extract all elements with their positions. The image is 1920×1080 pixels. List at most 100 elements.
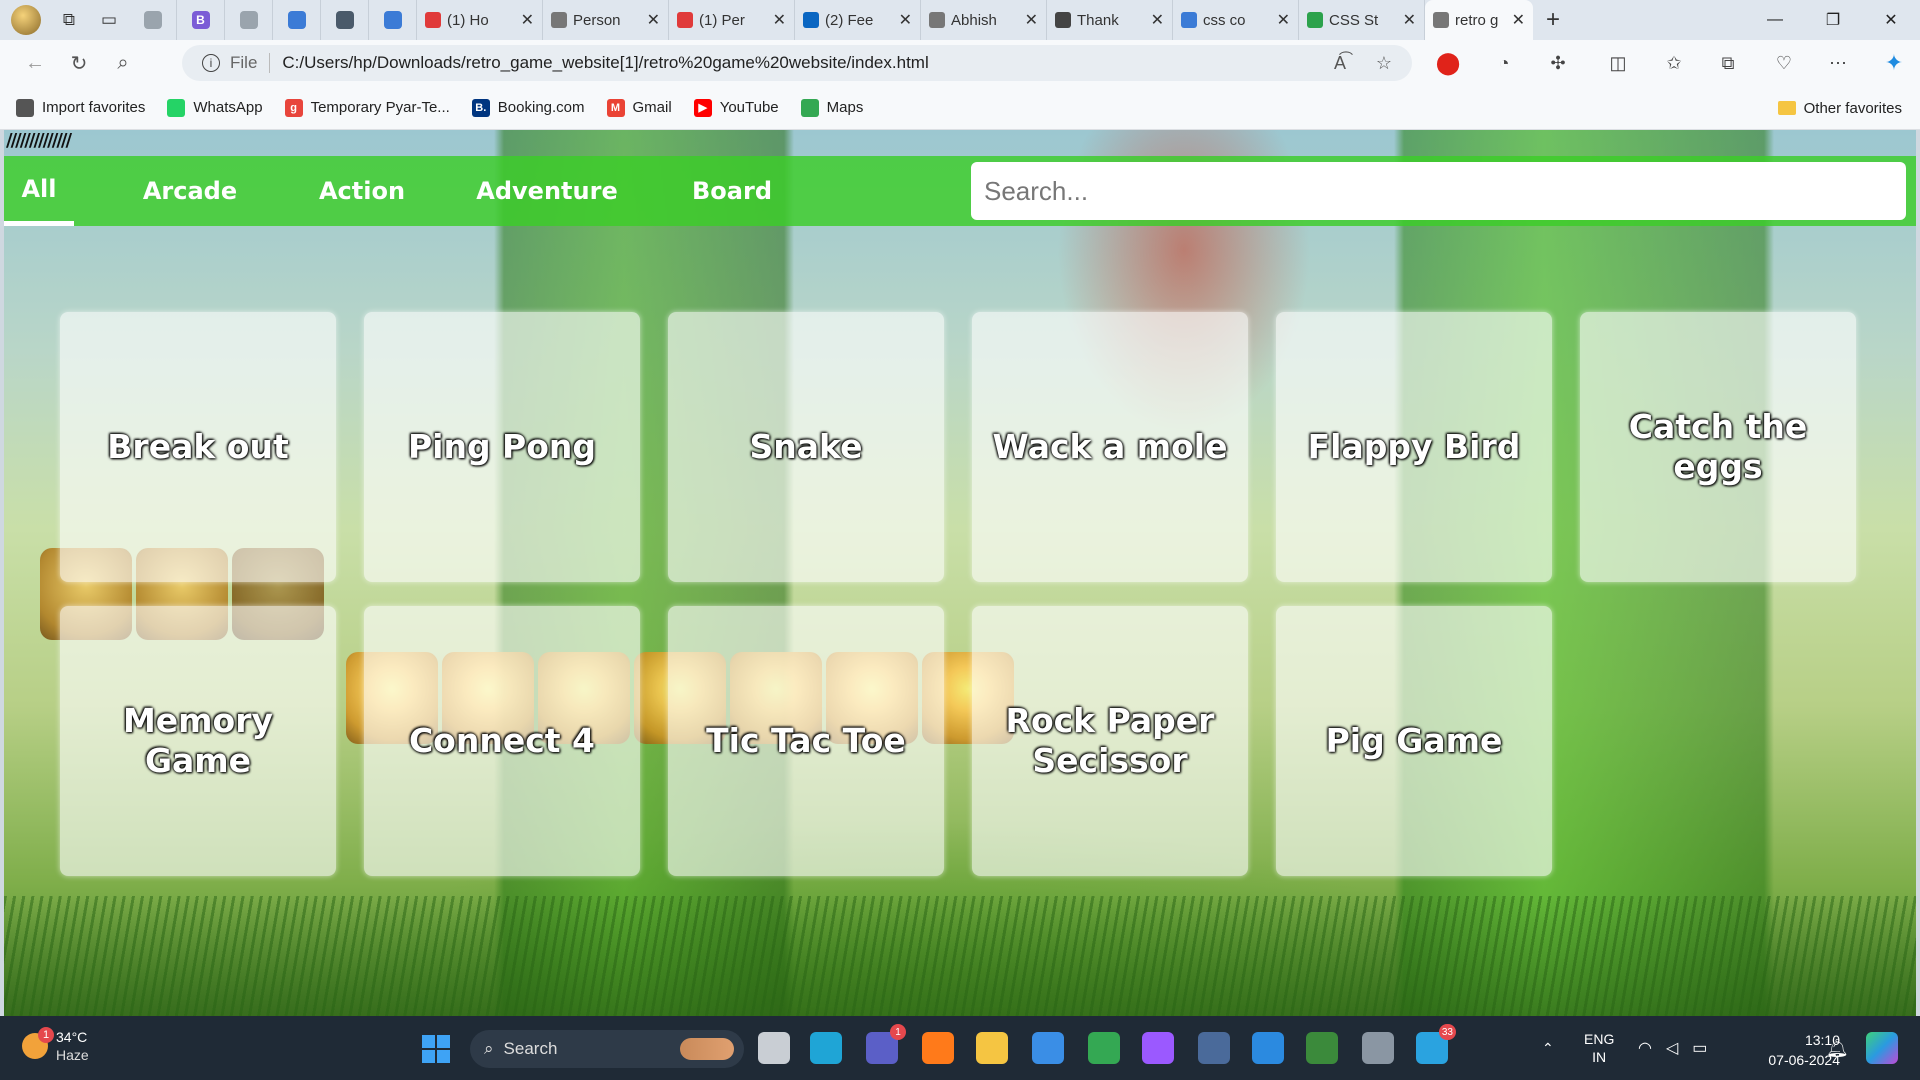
teams-icon[interactable]: 1 (866, 1024, 906, 1064)
collections-icon[interactable]: ⧉ (1708, 40, 1748, 86)
browser-tab[interactable]: Person ✕ (543, 0, 669, 40)
close-tab-icon[interactable]: ✕ (647, 10, 660, 30)
sheet-icon[interactable] (1306, 1032, 1338, 1064)
edge-icon[interactable] (810, 1032, 842, 1064)
close-tab-icon[interactable]: ✕ (1403, 10, 1416, 30)
task-view-icon[interactable] (758, 1032, 790, 1064)
address-bar[interactable]: i File C:/Users/hp/Downloads/retro_game_… (182, 45, 1412, 81)
browser-tab[interactable]: CSS St ✕ (1299, 0, 1425, 40)
favorite-link[interactable]: Maps (800, 98, 863, 117)
favorite-link[interactable]: B. Booking.com (471, 98, 585, 117)
favorite-link[interactable]: M Gmail (606, 98, 672, 117)
read-aloud-icon[interactable]: A͡ (1334, 53, 1346, 74)
performance-icon[interactable]: ◔ (1484, 40, 1524, 86)
close-tab-icon[interactable]: ✕ (1151, 10, 1164, 30)
new-tab-button[interactable]: + (1533, 0, 1573, 40)
category-tab-action[interactable]: Action (286, 156, 438, 226)
copilot-icon[interactable]: ✦ (1874, 40, 1914, 86)
tab-title: css co (1203, 11, 1246, 29)
game-card[interactable]: Snake (668, 312, 944, 582)
app-icon[interactable] (1198, 1032, 1230, 1064)
game-card[interactable]: Wack a mole (972, 312, 1248, 582)
favorite-link[interactable]: g Temporary Pyar-Te... (284, 98, 450, 117)
category-tab-all[interactable]: All (4, 156, 74, 226)
weather-widget[interactable]: 1 34°C Haze (22, 1027, 89, 1064)
refresh-button[interactable]: ↻ (57, 40, 101, 86)
pinned-tab[interactable] (273, 0, 321, 40)
pinned-tab[interactable] (129, 0, 177, 40)
browser-tab[interactable]: (1) Per ✕ (669, 0, 795, 40)
notifications-bell-icon[interactable]: 🔔︎ (1826, 1016, 1849, 1080)
game-card[interactable]: Ping Pong (364, 312, 640, 582)
close-window-button[interactable]: ✕ (1862, 0, 1920, 40)
game-card[interactable]: Flappy Bird (1276, 312, 1552, 582)
game-card[interactable]: Pig Game (1276, 606, 1552, 876)
game-card[interactable]: Break out (60, 312, 336, 582)
favorites-icon[interactable]: ✩ (1654, 40, 1694, 86)
start-button[interactable] (422, 1035, 450, 1063)
browser-tab[interactable]: Thank ✕ (1047, 0, 1173, 40)
extensions-icon[interactable]: ✣ (1538, 40, 1578, 86)
category-tab-arcade[interactable]: Arcade (114, 156, 266, 226)
telegram-icon[interactable]: 33 (1416, 1024, 1456, 1064)
tab-actions-icon[interactable]: ▭ (89, 0, 129, 40)
site-info-icon[interactable]: i (202, 54, 220, 72)
split-screen-icon[interactable]: ◫ (1598, 40, 1638, 86)
browser-essentials-icon[interactable]: ♡ (1764, 40, 1804, 86)
close-tab-icon[interactable]: ✕ (521, 10, 534, 30)
favorite-link[interactable]: Import favorites (16, 98, 146, 117)
url-text[interactable]: C:/Users/hp/Downloads/retro_game_website… (282, 53, 928, 73)
other-favorites-folder[interactable]: Other favorites (1777, 86, 1902, 130)
search-icon[interactable]: ⌕ (101, 40, 145, 86)
category-tab-adventure[interactable]: Adventure (452, 156, 642, 226)
file-explorer-icon[interactable] (976, 1032, 1008, 1064)
browser-tab[interactable]: (1) Ho ✕ (417, 0, 543, 40)
workspaces-icon[interactable]: ⧉ (49, 0, 89, 40)
browser-tab[interactable]: (2) Fee ✕ (795, 0, 921, 40)
favorite-link[interactable]: WhatsApp (167, 98, 263, 117)
show-hidden-icons[interactable]: ⌃ (1542, 1016, 1554, 1080)
back-button[interactable]: ← (13, 40, 57, 86)
settings-icon[interactable] (1362, 1032, 1394, 1064)
game-card[interactable]: Memory Game (60, 606, 336, 876)
pinned-tab[interactable]: B (177, 0, 225, 40)
system-tray[interactable]: ◠ ◁ ▭ (1638, 1016, 1707, 1080)
profile-avatar[interactable] (11, 5, 41, 35)
game-card[interactable]: Tic Tac Toe (668, 606, 944, 876)
firefox-icon[interactable] (922, 1032, 954, 1064)
favorite-link[interactable]: ▶ YouTube (693, 98, 779, 117)
restore-button[interactable]: ❐ (1804, 0, 1862, 40)
favorite-label: Temporary Pyar-Te... (310, 99, 450, 116)
favorite-star-icon[interactable]: ☆ (1376, 53, 1392, 74)
pinned-tab[interactable] (225, 0, 273, 40)
close-tab-icon[interactable]: ✕ (773, 10, 786, 30)
browser-tab[interactable]: Abhish ✕ (921, 0, 1047, 40)
game-card[interactable]: Rock Paper Secissor (972, 606, 1248, 876)
favorite-icon (167, 98, 186, 117)
taskbar-search[interactable]: ⌕ Search (470, 1030, 744, 1068)
category-tab-board[interactable]: Board (652, 156, 812, 226)
favorite-label: Import favorites (42, 99, 146, 116)
browser-tab[interactable]: css co ✕ (1173, 0, 1299, 40)
game-search-input[interactable] (971, 162, 1906, 220)
pinned-tab[interactable] (321, 0, 369, 40)
game-card[interactable]: Catch the eggs (1580, 312, 1856, 582)
adblock-icon[interactable]: ⬤ (1428, 40, 1468, 86)
store-icon[interactable] (1032, 1032, 1064, 1064)
affinity-icon[interactable] (1142, 1032, 1174, 1064)
scheme-label: File (230, 53, 258, 72)
close-tab-icon[interactable]: ✕ (1512, 10, 1525, 30)
close-tab-icon[interactable]: ✕ (899, 10, 912, 30)
pinned-tab[interactable] (369, 0, 417, 40)
language-indicator[interactable]: ENG IN (1584, 1016, 1614, 1080)
copilot-icon[interactable] (1866, 1032, 1898, 1064)
minimize-button[interactable]: — (1746, 0, 1804, 40)
vscode-icon[interactable] (1252, 1032, 1284, 1064)
chrome-icon[interactable] (1088, 1032, 1120, 1064)
close-tab-icon[interactable]: ✕ (1025, 10, 1038, 30)
browser-tab-active[interactable]: retro g ✕ (1425, 0, 1533, 40)
close-tab-icon[interactable]: ✕ (1277, 10, 1290, 30)
tab-favicon-icon: B (191, 11, 210, 29)
more-menu-icon[interactable]: ⋯ (1818, 40, 1858, 86)
game-card[interactable]: Connect 4 (364, 606, 640, 876)
